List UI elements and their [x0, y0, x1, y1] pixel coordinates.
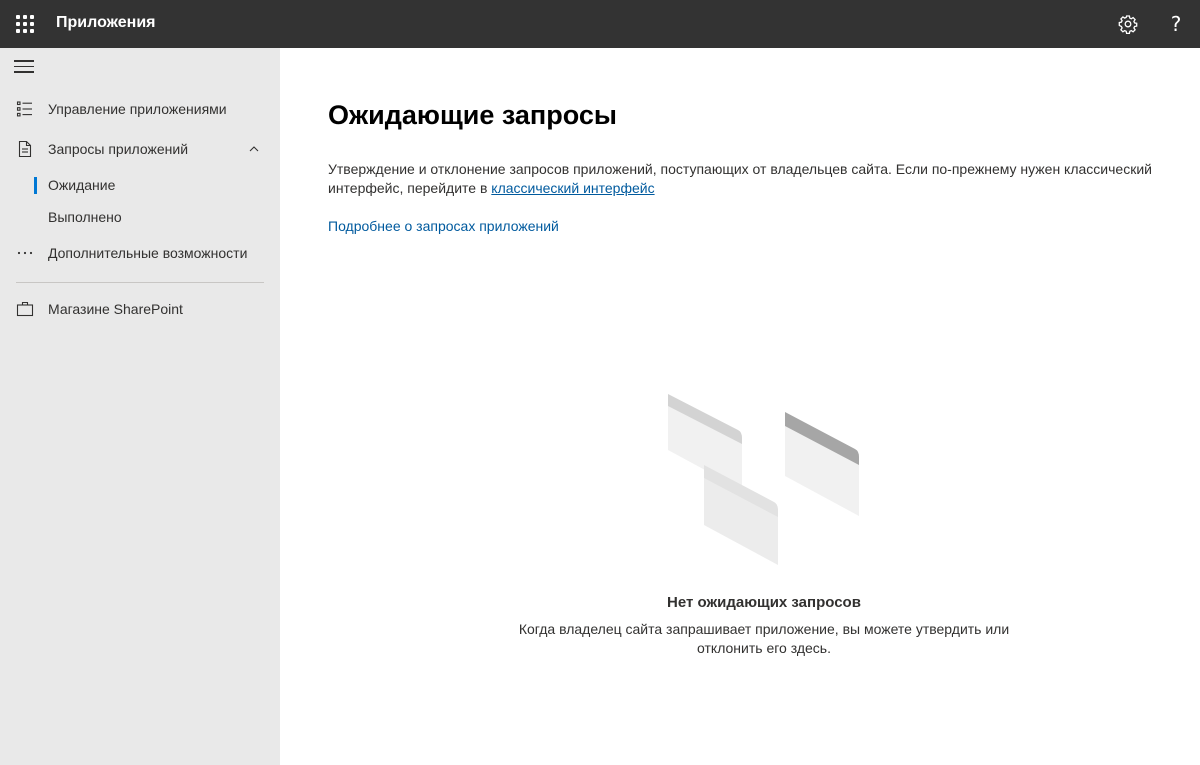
- more-icon: [17, 251, 33, 255]
- empty-state-text: Когда владелец сайта запрашивает приложе…: [518, 621, 1010, 656]
- nav-item-label: Управление приложениями: [48, 101, 227, 117]
- gear-icon: [1118, 15, 1138, 34]
- document-icon: [18, 140, 32, 158]
- help-icon: ?: [1170, 12, 1182, 36]
- hamburger-icon[interactable]: [14, 60, 34, 74]
- nav-item-app-requests[interactable]: Запросы приложений: [0, 131, 280, 167]
- page-description: Утверждение и отклонение запросов прилож…: [328, 160, 1168, 198]
- nav-item-label: Запросы приложений: [48, 141, 189, 157]
- chevron-up-icon[interactable]: [248, 143, 260, 155]
- top-bar: Приложения ?: [0, 0, 1200, 48]
- page-title: Ожидающие запросы: [328, 100, 617, 130]
- nav-item-label: Магазине SharePoint: [48, 301, 183, 317]
- description-text: Утверждение и отклонение запросов прилож…: [328, 161, 1152, 196]
- classic-experience-link[interactable]: классический интерфейс: [491, 180, 654, 196]
- card-illustration: [785, 412, 859, 516]
- nav-item-sharepoint-store[interactable]: Магазине SharePoint: [0, 291, 280, 327]
- selection-indicator: [34, 177, 37, 194]
- settings-button[interactable]: [1112, 8, 1144, 40]
- empty-state-title: Нет ожидающих запросов: [667, 594, 861, 611]
- nav-subitem-completed[interactable]: Выполнено: [0, 202, 280, 232]
- left-navigation: Управление приложениями Запросы приложен…: [0, 48, 280, 765]
- list-icon: [16, 101, 32, 117]
- empty-state-illustration: [668, 394, 859, 565]
- nav-subitem-label: Ожидание: [48, 177, 116, 193]
- nav-item-more-features[interactable]: Дополнительные возможности: [0, 235, 280, 271]
- nav-item-label: Дополнительные возможности: [48, 245, 248, 261]
- nav-subitem-pending[interactable]: Ожидание: [0, 170, 280, 200]
- briefcase-icon: [16, 301, 34, 317]
- learn-more-link[interactable]: Подробнее о запросах приложений: [328, 218, 559, 234]
- waffle-icon[interactable]: [10, 10, 38, 38]
- help-button[interactable]: ?: [1160, 8, 1192, 40]
- nav-subitem-label: Выполнено: [48, 209, 122, 225]
- nav-item-manage-apps[interactable]: Управление приложениями: [0, 91, 280, 127]
- main-content: Ожидающие запросы Утверждение и отклонен…: [280, 48, 1200, 765]
- app-title: Приложения: [56, 14, 156, 31]
- nav-divider: [16, 282, 264, 283]
